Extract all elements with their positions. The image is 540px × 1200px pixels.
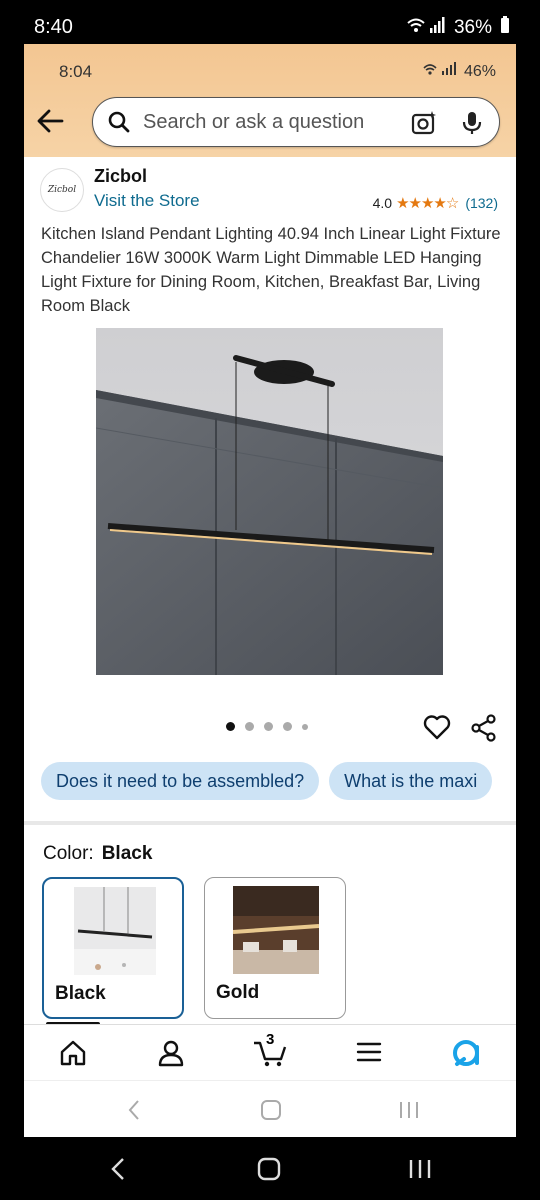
brand-logo-text: Zicbol xyxy=(47,185,77,195)
search-input[interactable]: Search or ask a question xyxy=(143,111,364,134)
outer-recents-icon[interactable] xyxy=(408,1157,432,1186)
color-option-label: Gold xyxy=(216,982,260,1003)
camera-icon[interactable] xyxy=(411,110,437,141)
app-header: 8:04 46% Search or ask a question xyxy=(24,44,516,157)
outer-status-icons: 36% xyxy=(406,16,510,40)
color-option-gold[interactable]: Gold xyxy=(204,877,346,1019)
outer-status-bar: 8:40 36% xyxy=(0,0,540,44)
inner-status-bar: 8:04 46% xyxy=(24,44,516,94)
color-label-text: Color: xyxy=(43,843,94,864)
rating-summary[interactable]: 4.0 ★★★★☆ (132) xyxy=(373,194,498,212)
carousel-dot[interactable] xyxy=(302,723,308,730)
heart-icon[interactable] xyxy=(423,714,451,745)
wifi-icon xyxy=(406,16,446,40)
mic-icon[interactable] xyxy=(461,110,483,141)
bottom-nav: 3 xyxy=(24,1024,516,1080)
outer-back-icon[interactable] xyxy=(110,1157,126,1186)
inner-battery-text: 46% xyxy=(463,62,496,80)
question-chip[interactable]: What is the maxi xyxy=(329,762,493,800)
inner-signal-icon xyxy=(422,62,458,81)
search-icon xyxy=(107,110,131,139)
outer-home-icon[interactable] xyxy=(257,1157,281,1186)
app-screen: 8:04 46% Search or ask a question Zicbol… xyxy=(24,44,516,1137)
carousel-dot[interactable] xyxy=(264,722,273,731)
share-icon[interactable] xyxy=(470,714,498,747)
carousel-dot[interactable] xyxy=(283,722,292,731)
outer-status-time: 8:40 xyxy=(34,16,73,38)
rating-value: 4.0 xyxy=(372,195,393,211)
brand-name: Zicbol xyxy=(94,166,147,186)
selected-color: Black xyxy=(101,843,153,864)
recents-nav-icon[interactable] xyxy=(398,1099,420,1126)
image-carousel-dots[interactable] xyxy=(226,722,308,731)
brand-logo[interactable]: Zicbol xyxy=(40,168,84,212)
alexa-icon[interactable] xyxy=(452,1039,480,1072)
outer-battery-text: 36% xyxy=(453,17,492,38)
visit-store-link[interactable]: Visit the Store xyxy=(94,191,200,211)
product-title: Kitchen Island Pendant Lighting 40.94 In… xyxy=(41,225,501,315)
profile-icon[interactable] xyxy=(158,1039,184,1072)
back-nav-icon[interactable] xyxy=(127,1099,141,1126)
color-option-black[interactable]: Black xyxy=(42,877,184,1019)
review-count[interactable]: (132) xyxy=(465,195,498,211)
product-image[interactable] xyxy=(96,328,443,675)
battery-icon xyxy=(500,16,510,40)
inner-status-icons: 46% xyxy=(422,62,496,81)
cart-icon[interactable]: 3 xyxy=(252,1031,288,1072)
home-icon[interactable] xyxy=(59,1039,87,1072)
inner-system-nav xyxy=(24,1080,516,1137)
carousel-dot[interactable] xyxy=(245,722,254,731)
back-arrow-icon[interactable] xyxy=(36,108,66,134)
search-bar[interactable]: Search or ask a question xyxy=(92,97,500,147)
color-selector-label: Color: Black xyxy=(43,843,152,865)
section-divider xyxy=(24,821,516,825)
home-nav-icon[interactable] xyxy=(260,1099,282,1126)
inner-status-time: 8:04 xyxy=(59,62,93,81)
carousel-dot[interactable] xyxy=(226,722,235,731)
black-swatch-image xyxy=(74,887,156,975)
question-chip[interactable]: Does it need to be assembled? xyxy=(41,762,320,800)
outer-system-nav xyxy=(0,1137,540,1200)
gold-swatch-image xyxy=(233,886,319,974)
menu-icon[interactable] xyxy=(356,1039,382,1070)
question-chips: Does it need to be assembled? What is th… xyxy=(41,762,493,800)
color-option-label: Black xyxy=(55,983,106,1004)
star-rating: ★★★★☆ xyxy=(396,195,459,212)
cart-count: 3 xyxy=(266,1031,275,1048)
